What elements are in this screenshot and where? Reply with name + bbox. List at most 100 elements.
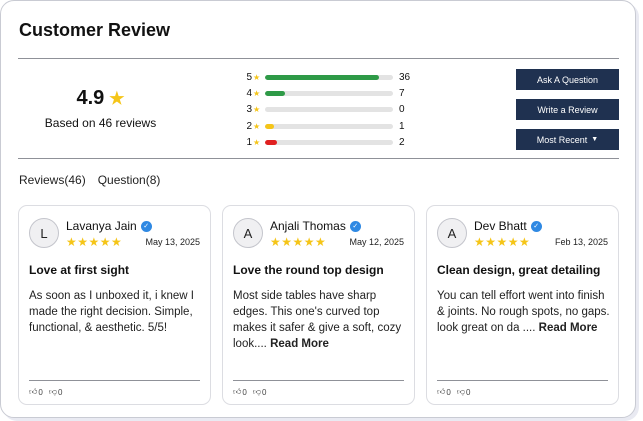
dislike-button[interactable]: 👎︎ 0 (49, 387, 63, 397)
rating-distribution: 5 ★ 36 4 ★ 7 3 ★ 0 2 ★ 1 1 ★ 2 (245, 69, 419, 150)
average-score: 4.9 ★ (76, 87, 124, 110)
star-icon: ★ (253, 105, 261, 115)
reviewer-name-text: Anjali Thomas (270, 219, 346, 233)
rating-bar-stars: 1 (246, 136, 252, 148)
rating-bar-fill (265, 74, 379, 80)
rating-bar-fill (265, 123, 274, 129)
average-score-value: 4.9 (76, 87, 105, 109)
review-title: Clean design, great detailing (437, 263, 601, 277)
review-date: May 12, 2025 (349, 237, 404, 247)
rating-bar-count: 36 (399, 71, 411, 83)
caret-down-icon: ▼ (591, 136, 599, 143)
reviewer-name: Anjali Thomas ✓ (270, 219, 361, 233)
rating-bar-row: 1 ★ 2 (245, 134, 419, 150)
rating-bar-count: 7 (399, 87, 405, 99)
ask-question-button[interactable]: Ask A Question (516, 69, 619, 90)
rating-bar-track (265, 107, 393, 113)
thumbs-down-icon: 👎︎ (456, 387, 465, 396)
review-card: A Anjali Thomas ✓ ★★★★★ May 12, 2025 Lov… (222, 205, 415, 405)
vote-bar: 👍︎ 0 👎︎ 0 (29, 387, 62, 397)
dislike-count: 0 (57, 387, 63, 397)
rating-bar-stars: 4 (246, 87, 252, 99)
review-body: You can tell effort went into finish & j… (437, 288, 613, 336)
reviewer-name-text: Lavanya Jain (66, 219, 137, 233)
review-panel: Customer Review 4.9 ★ Based on 46 review… (0, 0, 636, 418)
star-rating: ★★★★★ (270, 235, 327, 249)
star-icon: ★ (253, 137, 261, 147)
star-icon: ★ (109, 88, 125, 108)
star-rating: ★★★★★ (66, 235, 123, 249)
like-button[interactable]: 👍︎ 0 (29, 387, 43, 397)
rating-bar-row: 4 ★ 7 (245, 85, 419, 101)
rating-bar-row: 5 ★ 36 (245, 69, 419, 85)
reviewer-name-text: Dev Bhatt (474, 219, 527, 233)
like-count: 0 (242, 387, 247, 397)
dislike-button[interactable]: 👎︎ 0 (253, 387, 267, 397)
rating-bar-fill (265, 139, 277, 145)
verified-badge-icon: ✓ (349, 220, 361, 232)
rating-summary: 4.9 ★ Based on 46 reviews (18, 87, 183, 130)
divider (29, 380, 200, 381)
review-text: As soon as I unboxed it, i knew I made t… (29, 290, 194, 334)
rating-bar-count: 0 (399, 104, 405, 116)
thumbs-down-icon: 👎︎ (48, 387, 57, 396)
review-title: Love the round top design (233, 263, 384, 277)
review-card: L Lavanya Jain ✓ ★★★★★ May 13, 2025 Love… (18, 205, 211, 405)
read-more-link[interactable]: Read More (539, 322, 598, 334)
star-icon: ★ (253, 72, 261, 82)
review-date: Feb 13, 2025 (554, 237, 608, 247)
vote-bar: 👍︎ 0 👎︎ 0 (233, 387, 266, 397)
reviewer-name: Dev Bhatt ✓ (474, 219, 542, 233)
review-date: May 13, 2025 (145, 237, 200, 247)
divider (18, 58, 619, 59)
review-body: As soon as I unboxed it, i knew I made t… (29, 288, 205, 336)
sort-dropdown[interactable]: Most Recent ▼ (516, 129, 619, 150)
rating-bar-track (265, 90, 393, 96)
rating-bar-count: 2 (399, 136, 405, 148)
rating-bar-track (265, 74, 393, 80)
avatar: L (29, 218, 59, 248)
verified-badge-icon: ✓ (530, 220, 542, 232)
thumbs-up-icon: 👍︎ (233, 387, 242, 396)
star-icon: ★ (253, 88, 261, 98)
rating-bar-fill (265, 90, 286, 96)
thumbs-down-icon: 👎︎ (252, 387, 261, 396)
thumbs-up-icon: 👍︎ (29, 387, 38, 396)
rating-bar-stars: 5 (246, 71, 252, 83)
rating-bar-count: 1 (399, 120, 405, 132)
rating-bar-row: 2 ★ 1 (245, 118, 419, 134)
like-count: 0 (446, 387, 451, 397)
star-rating: ★★★★★ (474, 235, 531, 249)
tab-reviews[interactable]: Reviews(46) (19, 173, 86, 187)
review-tabs: Reviews(46) Question(8) (19, 173, 160, 187)
review-body: Most side tables have sharp edges. This … (233, 288, 409, 352)
page-title: Customer Review (19, 20, 171, 40)
divider (18, 158, 619, 159)
like-button[interactable]: 👍︎ 0 (437, 387, 451, 397)
sort-dropdown-label: Most Recent (536, 134, 588, 145)
rating-bar-row: 3 ★ 0 (245, 102, 419, 118)
rating-bar-stars: 2 (246, 120, 252, 132)
divider (437, 380, 608, 381)
review-title: Love at first sight (29, 263, 130, 277)
write-review-button[interactable]: Write a Review (516, 99, 619, 120)
rating-bar-stars: 3 (246, 104, 252, 116)
tab-questions[interactable]: Question(8) (98, 173, 161, 187)
review-card: A Dev Bhatt ✓ ★★★★★ Feb 13, 2025 Clean d… (426, 205, 619, 405)
read-more-link[interactable]: Read More (270, 338, 329, 350)
divider (233, 380, 404, 381)
avatar: A (233, 218, 263, 248)
rating-bar-track (265, 123, 393, 129)
review-count-text: Based on 46 reviews (44, 116, 157, 130)
reviewer-name: Lavanya Jain ✓ (66, 219, 152, 233)
thumbs-up-icon: 👍︎ (437, 387, 446, 396)
rating-bar-track (265, 139, 393, 145)
like-count: 0 (38, 387, 43, 397)
dislike-count: 0 (465, 387, 471, 397)
vote-bar: 👍︎ 0 👎︎ 0 (437, 387, 470, 397)
dislike-count: 0 (261, 387, 267, 397)
verified-badge-icon: ✓ (140, 220, 152, 232)
avatar: A (437, 218, 467, 248)
like-button[interactable]: 👍︎ 0 (233, 387, 247, 397)
dislike-button[interactable]: 👎︎ 0 (457, 387, 471, 397)
